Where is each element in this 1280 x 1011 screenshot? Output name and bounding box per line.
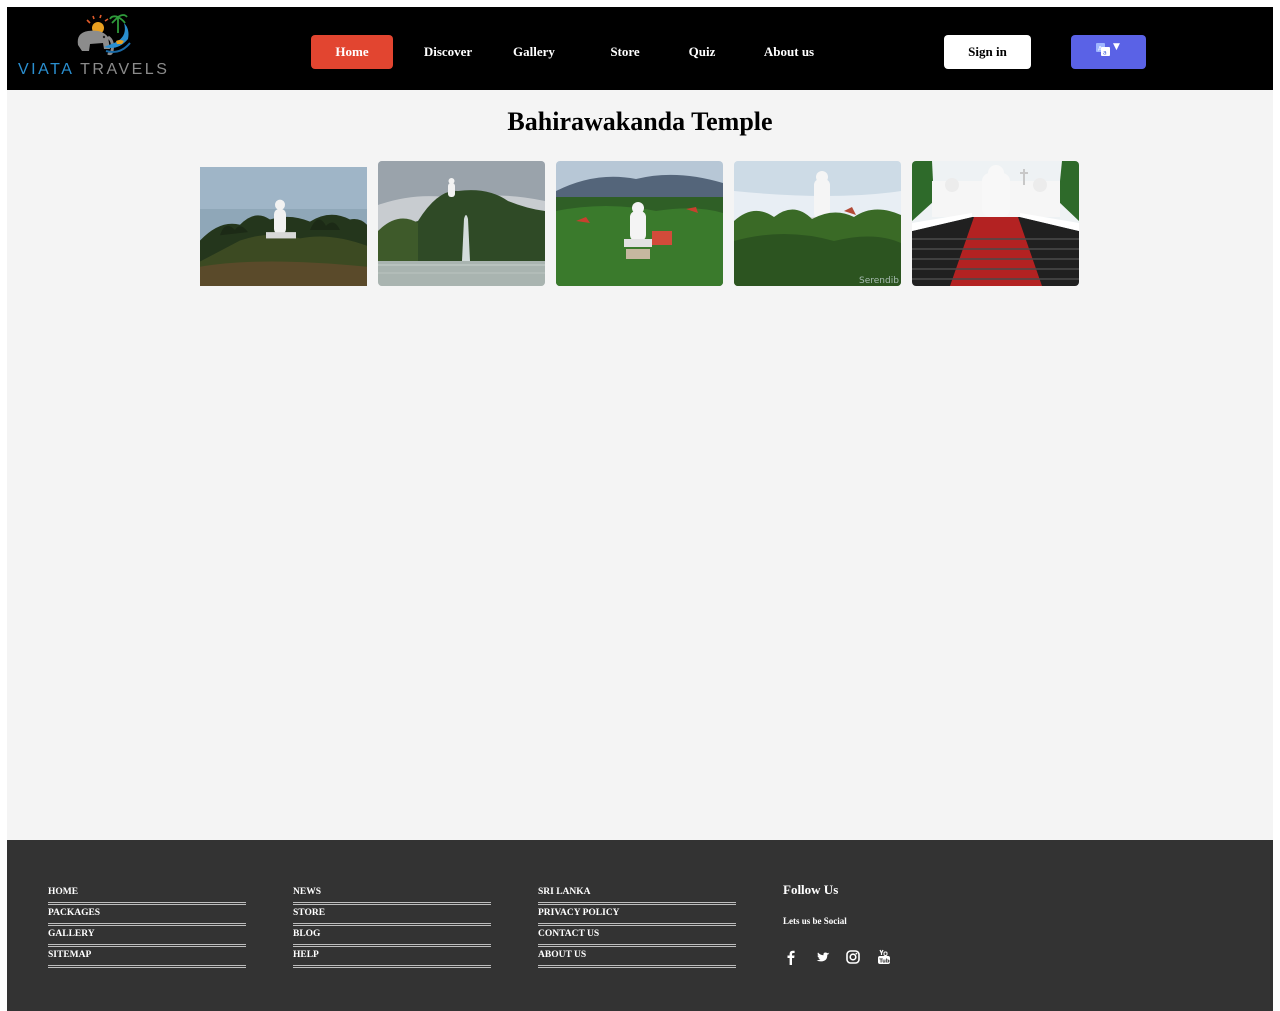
svg-text:Tube: Tube: [879, 958, 892, 964]
footer-column-2: NEWS STORE BLOG HELP: [293, 884, 491, 968]
elephant-logo-icon: [77, 14, 131, 56]
brand-name-part2: TRAVELS: [80, 61, 170, 78]
footer-link-packages[interactable]: PACKAGES: [48, 905, 246, 926]
lake-fountain-statue-photo[interactable]: [378, 161, 545, 286]
statue-above-trees-photo[interactable]: Serendib: [734, 161, 901, 286]
footer-column-3: SRI LANKA PRIVACY POLICY CONTACT US ABOU…: [538, 884, 736, 968]
follow-subtitle: Lets us be Social: [783, 916, 847, 926]
footer-link-about-us[interactable]: ABOUT US: [538, 947, 736, 968]
nav-discover[interactable]: Discover: [415, 35, 481, 69]
site-footer: HOME PACKAGES GALLERY SITEMAP NEWS STORE…: [7, 840, 1273, 1011]
svg-text:Serendib: Serendib: [859, 276, 899, 286]
follow-section: Follow Us Lets us be Social: [783, 882, 983, 926]
footer-link-store[interactable]: STORE: [293, 905, 491, 926]
temple-red-stairway-photo[interactable]: [912, 161, 1079, 286]
footer-column-1: HOME PACKAGES GALLERY SITEMAP: [48, 884, 246, 968]
follow-title: Follow Us: [783, 882, 839, 897]
footer-link-privacy-policy[interactable]: PRIVACY POLICY: [538, 905, 736, 926]
twitter-icon[interactable]: [814, 949, 830, 965]
page: VIATA TRAVELS Home Discover Gallery Stor…: [7, 7, 1273, 1011]
page-title: Bahirawakanda Temple: [507, 107, 773, 136]
svg-text:a: a: [1103, 50, 1107, 57]
nav-home[interactable]: Home: [311, 35, 393, 69]
translate-button[interactable]: A a ▼: [1071, 35, 1146, 69]
site-header: VIATA TRAVELS Home Discover Gallery Stor…: [7, 7, 1273, 90]
footer-link-home[interactable]: HOME: [48, 884, 246, 905]
footer-link-sitemap[interactable]: SITEMAP: [48, 947, 246, 968]
footer-link-contact-us[interactable]: CONTACT US: [538, 926, 736, 947]
footer-link-news[interactable]: NEWS: [293, 884, 491, 905]
brand-name: VIATA TRAVELS: [18, 61, 169, 79]
footer-link-gallery[interactable]: GALLERY: [48, 926, 246, 947]
facebook-icon[interactable]: [783, 949, 799, 965]
sign-in-button[interactable]: Sign in: [944, 35, 1031, 69]
buddha-statue-hill-photo[interactable]: [200, 167, 367, 286]
translate-icon: A a: [1096, 43, 1110, 56]
nav-gallery[interactable]: Gallery: [510, 35, 558, 69]
aerial-temple-photo[interactable]: [556, 161, 723, 286]
nav-about-us[interactable]: About us: [757, 35, 821, 69]
brand-logo[interactable]: VIATA TRAVELS: [18, 11, 183, 81]
nav-store[interactable]: Store: [602, 35, 648, 69]
instagram-icon[interactable]: [845, 949, 861, 965]
chevron-down-icon: ▼: [1113, 42, 1120, 52]
footer-link-help[interactable]: HELP: [293, 947, 491, 968]
footer-link-blog[interactable]: BLOG: [293, 926, 491, 947]
nav-quiz[interactable]: Quiz: [681, 35, 723, 69]
youtube-icon[interactable]: Tube: [876, 949, 892, 965]
footer-link-sri-lanka[interactable]: SRI LANKA: [538, 884, 736, 905]
photo-gallery: Serendib: [200, 161, 1080, 286]
brand-name-part1: VIATA: [18, 61, 74, 78]
